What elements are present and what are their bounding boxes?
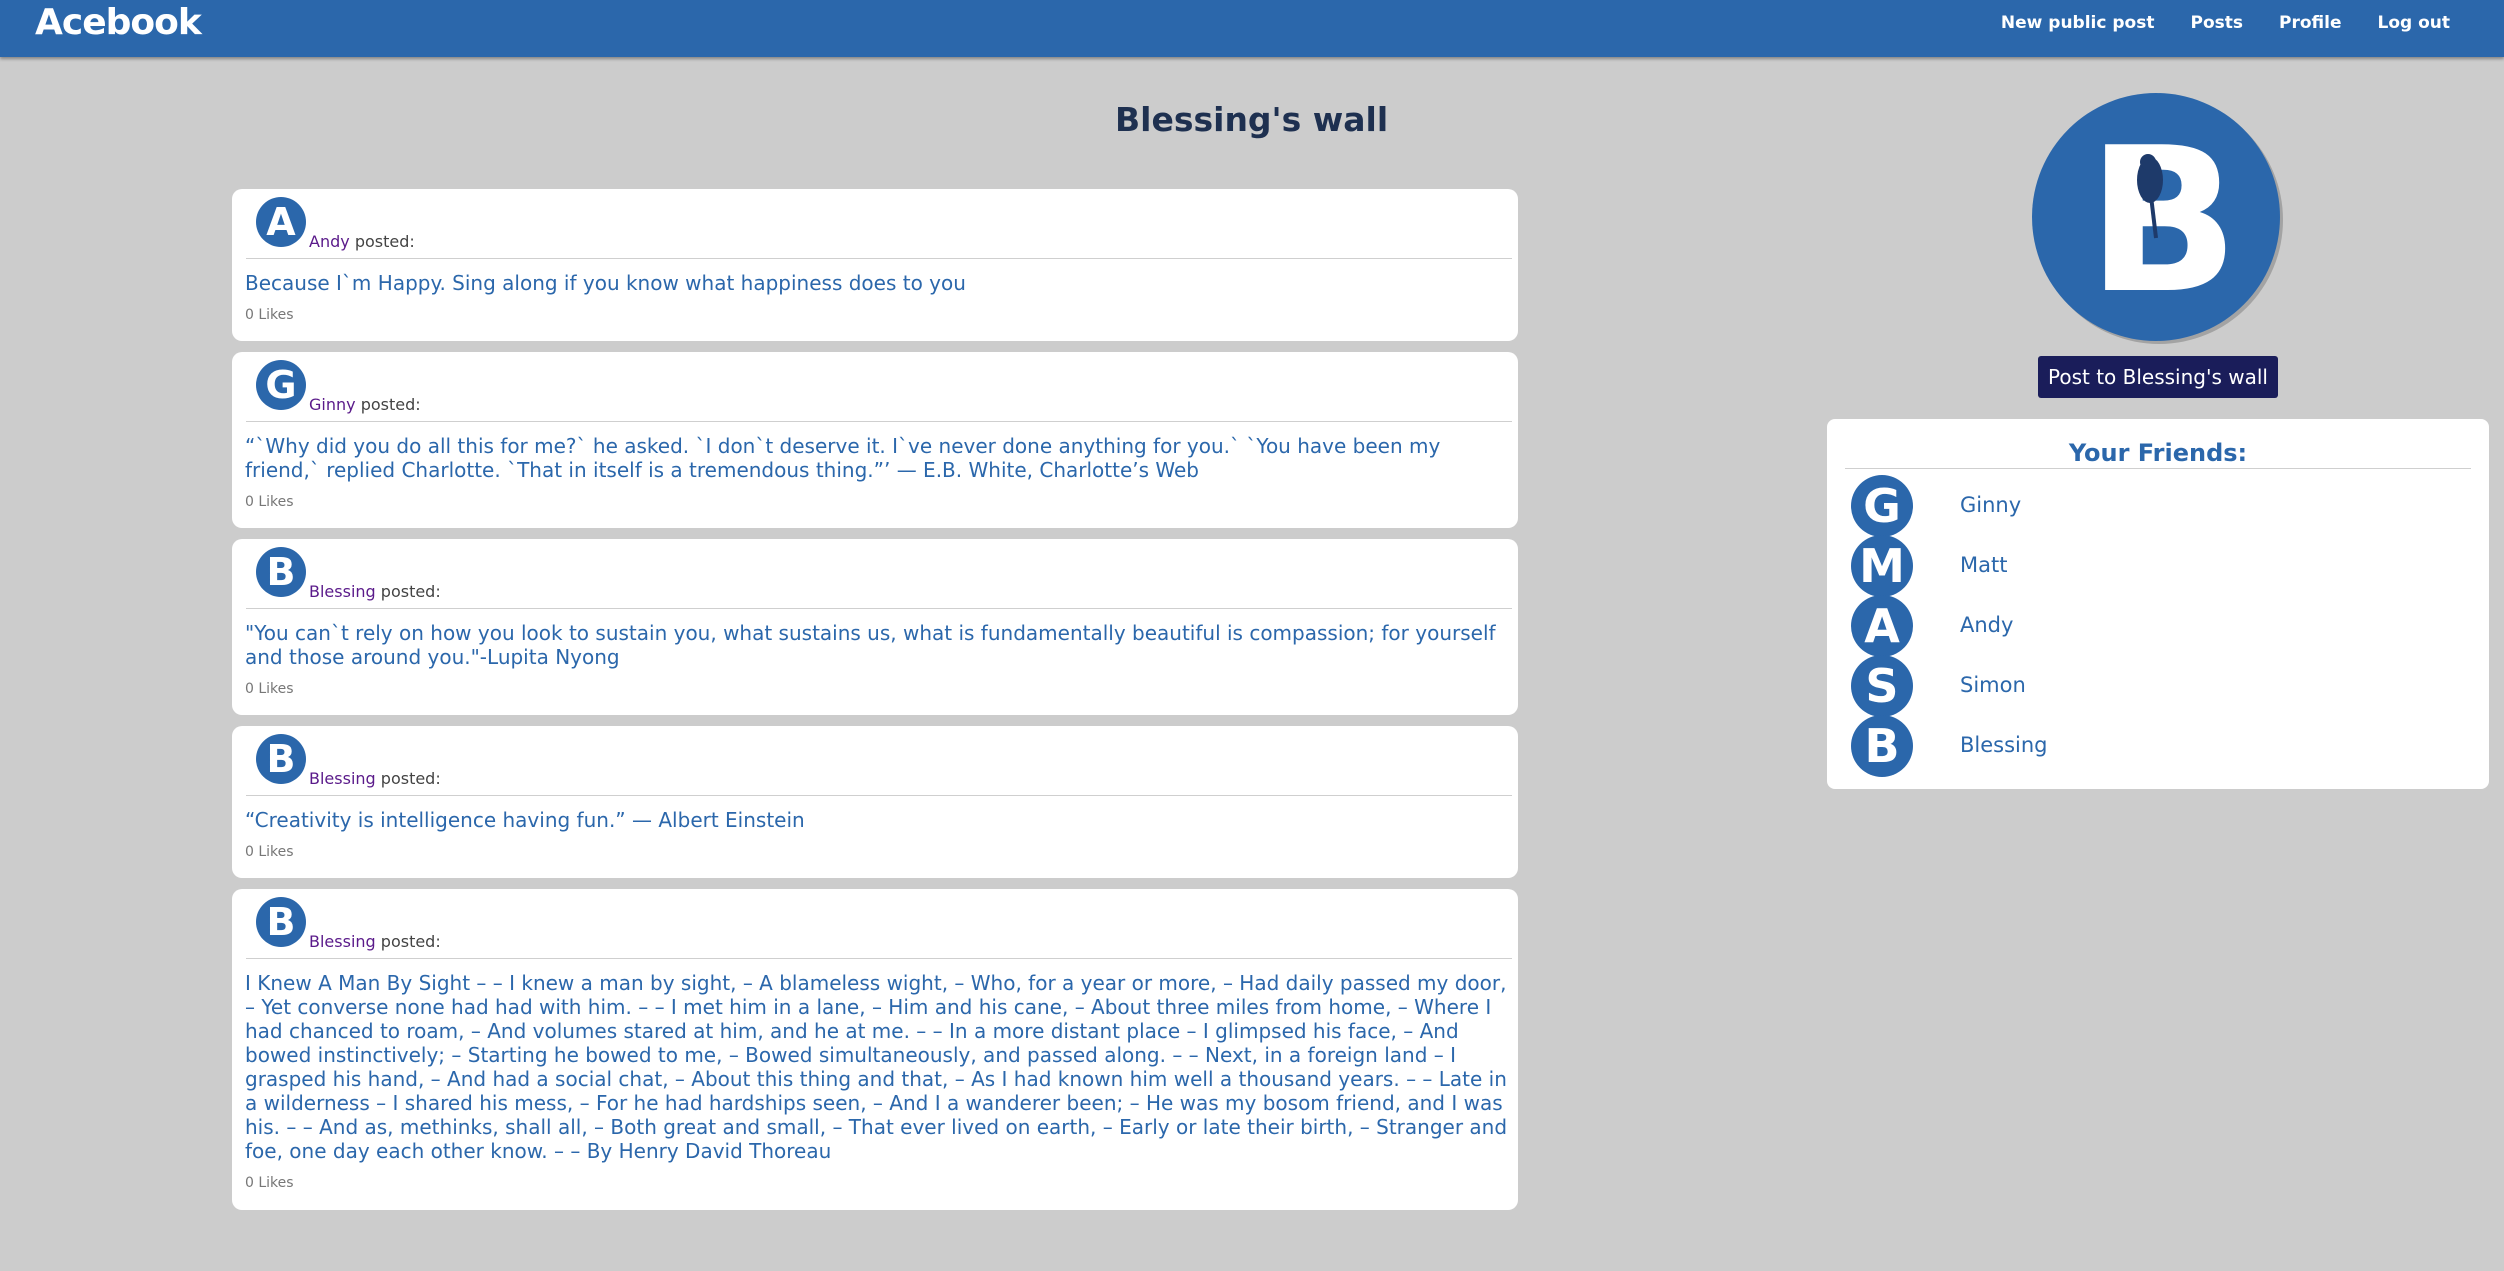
friends-title: Your Friends: <box>2068 439 2248 467</box>
friend-avatar-icon[interactable]: G <box>1850 474 1914 538</box>
friend-item[interactable]: S Simon <box>1850 654 2450 718</box>
friend-avatar-icon[interactable]: A <box>1850 594 1914 658</box>
posted-label: posted: <box>354 232 415 251</box>
post-card: G Ginny posted: “`Why did you do all thi… <box>232 352 1518 528</box>
post-likes[interactable]: 0 Likes <box>232 1163 1518 1191</box>
post-author-link[interactable]: Andy <box>309 232 350 251</box>
post-likes[interactable]: 0 Likes <box>232 295 1518 323</box>
post-author-line: Blessing posted: <box>309 582 441 601</box>
post-body: Because I`m Happy. Sing along if you kno… <box>245 271 966 295</box>
svg-text:G: G <box>265 363 296 407</box>
friend-item[interactable]: M Matt <box>1850 534 2450 598</box>
author-avatar-icon[interactable]: A <box>255 196 307 248</box>
post-author-link[interactable]: Blessing <box>309 769 376 788</box>
top-navbar: Acebook New public post Posts Profile Lo… <box>0 0 2504 57</box>
posted-label: posted: <box>380 932 441 951</box>
post-author-link[interactable]: Blessing <box>309 582 376 601</box>
post-divider <box>246 258 1512 259</box>
post-body: "You can`t rely on how you look to susta… <box>245 621 1496 669</box>
post-to-wall-button[interactable]: Post to Blessing's wall <box>2038 356 2278 398</box>
svg-text:A: A <box>1864 599 1900 653</box>
posted-label: posted: <box>360 395 421 414</box>
profile-avatar-icon: B <box>2032 93 2283 344</box>
friend-item[interactable]: B Blessing <box>1850 714 2450 778</box>
svg-text:G: G <box>1863 479 1901 533</box>
friend-avatar-icon[interactable]: M <box>1850 534 1914 598</box>
posted-label: posted: <box>380 582 441 601</box>
friend-avatar-icon[interactable]: B <box>1850 714 1914 778</box>
svg-text:B: B <box>267 900 296 944</box>
post-body: I Knew A Man By Sight – – I knew a man b… <box>245 971 1508 1163</box>
post-likes[interactable]: 0 Likes <box>232 482 1518 510</box>
post-card: B Blessing posted: I Knew A Man By Sight… <box>232 889 1518 1210</box>
friend-name[interactable]: Matt <box>1960 553 2007 577</box>
friend-name[interactable]: Blessing <box>1960 733 2048 757</box>
friends-panel: Your Friends: G Ginny M Matt A Andy S Si… <box>1827 419 2489 789</box>
post-author-line: Blessing posted: <box>309 932 441 951</box>
post-divider <box>246 795 1512 796</box>
post-card: B Blessing posted: “Creativity is intell… <box>232 726 1518 878</box>
post-body: “`Why did you do all this for me?` he as… <box>245 434 1441 482</box>
nav-profile[interactable]: Profile <box>2279 13 2341 33</box>
post-author-link[interactable]: Blessing <box>309 932 376 951</box>
nav-new-public-post[interactable]: New public post <box>2001 13 2155 33</box>
svg-text:M: M <box>1859 539 1905 593</box>
svg-text:S: S <box>1865 659 1898 713</box>
svg-text:B: B <box>1864 719 1899 773</box>
post-likes[interactable]: 0 Likes <box>232 832 1518 860</box>
svg-text:B: B <box>267 737 296 781</box>
acebook-logo[interactable]: Acebook <box>35 2 202 43</box>
post-card: B Blessing posted: "You can`t rely on ho… <box>232 539 1518 715</box>
post-card: A Andy posted: Because I`m Happy. Sing a… <box>232 189 1518 341</box>
svg-text:A: A <box>266 200 296 244</box>
friends-divider <box>1845 468 2471 469</box>
friend-item[interactable]: G Ginny <box>1850 474 2450 538</box>
friend-name[interactable]: Andy <box>1960 613 2013 637</box>
svg-text:B: B <box>2087 105 2239 338</box>
post-divider <box>246 958 1512 959</box>
author-avatar-icon[interactable]: B <box>255 733 307 785</box>
svg-text:B: B <box>267 550 296 594</box>
friend-name[interactable]: Simon <box>1960 673 2026 697</box>
post-author-line: Ginny posted: <box>309 395 421 414</box>
post-author-link[interactable]: Ginny <box>309 395 356 414</box>
friend-avatar-icon[interactable]: S <box>1850 654 1914 718</box>
nav-posts[interactable]: Posts <box>2190 13 2243 33</box>
post-author-line: Blessing posted: <box>309 769 441 788</box>
friend-item[interactable]: A Andy <box>1850 594 2450 658</box>
author-avatar-icon[interactable]: B <box>255 546 307 598</box>
friend-name[interactable]: Ginny <box>1960 493 2021 517</box>
author-avatar-icon[interactable]: B <box>255 896 307 948</box>
posted-label: posted: <box>380 769 441 788</box>
author-avatar-icon[interactable]: G <box>255 359 307 411</box>
post-author-line: Andy posted: <box>309 232 415 251</box>
page-title: Blessing's wall <box>1115 100 1389 139</box>
post-divider <box>246 421 1512 422</box>
nav-links: New public post Posts Profile Log out <box>1965 0 2450 46</box>
post-likes[interactable]: 0 Likes <box>232 669 1518 697</box>
post-body: “Creativity is intelligence having fun.”… <box>245 808 805 832</box>
nav-log-out[interactable]: Log out <box>2377 13 2450 33</box>
post-divider <box>246 608 1512 609</box>
